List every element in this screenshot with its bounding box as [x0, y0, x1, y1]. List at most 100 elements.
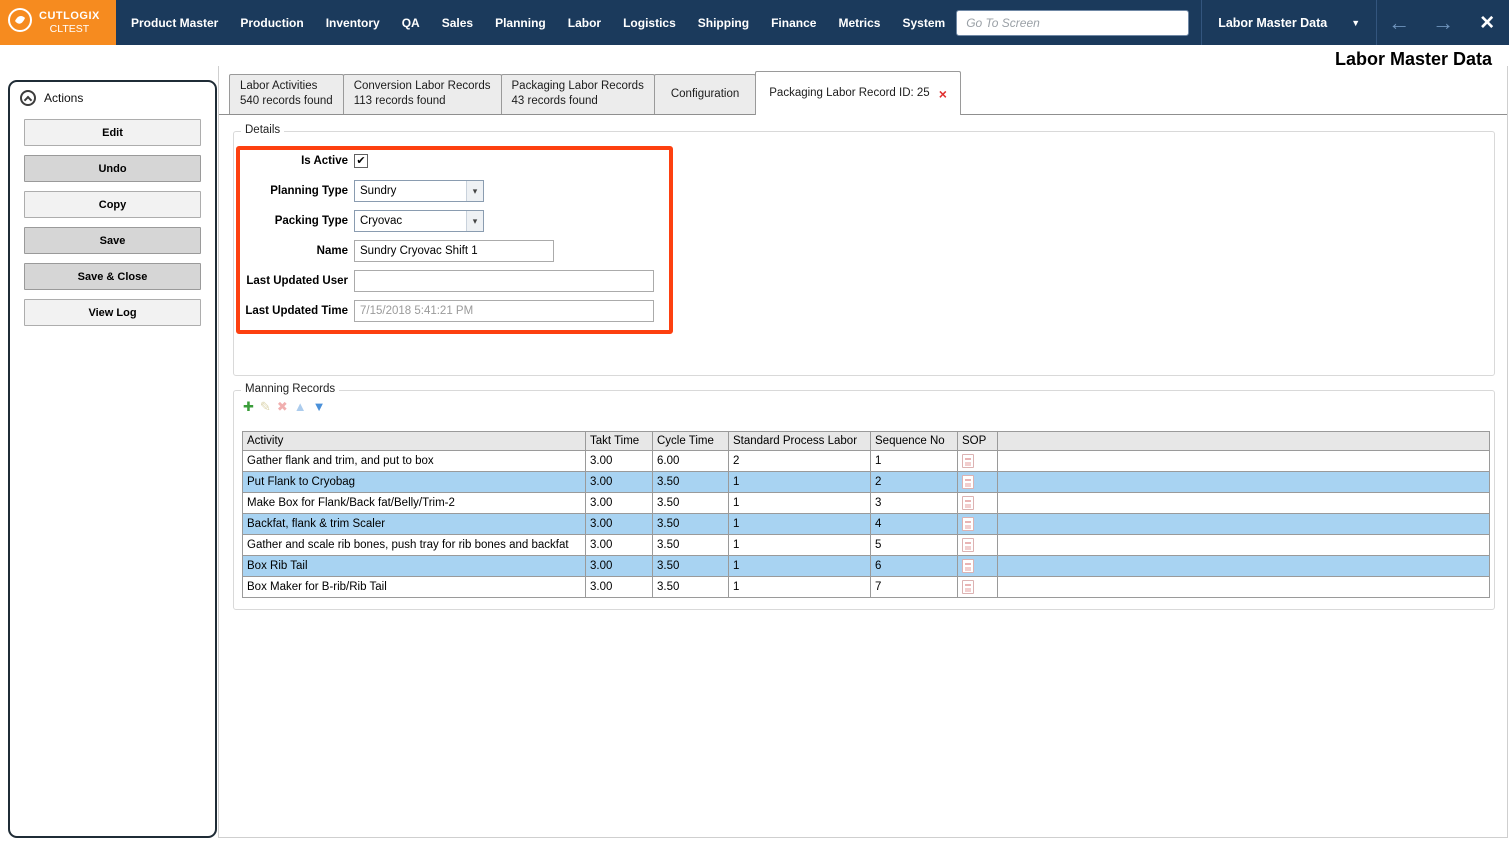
column-header-sequence-no[interactable]: Sequence No: [870, 431, 958, 451]
brand-name: CUTLOGIX: [39, 10, 100, 22]
copy-button[interactable]: Copy: [24, 191, 201, 218]
tab-subtitle: 43 records found: [511, 95, 598, 107]
add-icon[interactable]: ✚: [243, 400, 254, 414]
back-icon[interactable]: ←: [1377, 0, 1421, 45]
cell-activity: Gather flank and trim, and put to box: [242, 450, 586, 472]
collapse-panel-icon[interactable]: [20, 90, 36, 106]
go-to-screen-input[interactable]: [956, 9, 1190, 36]
menu-item-sales[interactable]: Sales: [431, 0, 484, 45]
menu-item-finance[interactable]: Finance: [760, 0, 827, 45]
cell-filler: [997, 513, 1490, 535]
last-updated-user-input[interactable]: [354, 270, 654, 292]
forward-icon[interactable]: →: [1421, 0, 1465, 45]
edit-icon[interactable]: ✎: [260, 400, 271, 414]
pdf-icon[interactable]: [962, 559, 974, 573]
cell-filler: [997, 534, 1490, 556]
cell-seq: 1: [870, 450, 958, 472]
screen-selector-label: Labor Master Data: [1218, 15, 1328, 30]
column-header-cycle-time[interactable]: Cycle Time: [652, 431, 729, 451]
menu-item-logistics[interactable]: Logistics: [612, 0, 687, 45]
cell-cycle: 3.50: [652, 534, 729, 556]
pdf-icon[interactable]: [962, 475, 974, 489]
pdf-icon[interactable]: [962, 496, 974, 510]
cell-sop: [957, 450, 998, 472]
cell-seq: 7: [870, 576, 958, 598]
last-updated-time-input[interactable]: [354, 300, 654, 322]
menu-item-qa[interactable]: QA: [391, 0, 431, 45]
table-header-row: Activity Takt Time Cycle Time Standard Proc…: [242, 431, 1490, 451]
move-up-icon[interactable]: ▲: [294, 400, 307, 414]
main-content: Labor Activities 540 records found Convers…: [218, 66, 1508, 838]
cell-activity: Put Flank to Cryobag: [242, 471, 586, 493]
save-close-button[interactable]: Save & Close: [24, 263, 201, 290]
tab-labor-activities[interactable]: Labor Activities 540 records found: [229, 74, 344, 114]
packing-type-value: Cryovac: [360, 215, 403, 227]
last-updated-time-label: Last Updated Time: [245, 305, 348, 317]
manning-table-body: Gather flank and trim, and put to box 3.0…: [242, 450, 1490, 598]
cell-cycle: 6.00: [652, 450, 729, 472]
table-row[interactable]: Box Rib Tail 3.00 3.50 1 6: [242, 555, 1490, 577]
cell-takt: 3.00: [585, 492, 653, 514]
menu-item-planning[interactable]: Planning: [484, 0, 557, 45]
menu-item-production[interactable]: Production: [229, 0, 314, 45]
pdf-icon[interactable]: [962, 580, 974, 594]
column-header-activity[interactable]: Activity: [242, 431, 586, 451]
table-row[interactable]: Backfat, flank & trim Scaler 3.00 3.50 1 4: [242, 513, 1490, 535]
save-button[interactable]: Save: [24, 227, 201, 254]
tab-strip: Labor Activities 540 records found Convers…: [219, 66, 1507, 115]
cell-activity: Box Maker for B-rib/Rib Tail: [242, 576, 586, 598]
cell-cycle: 3.50: [652, 513, 729, 535]
menu-item-system[interactable]: System: [891, 0, 956, 45]
table-row[interactable]: Make Box for Flank/Back fat/Belly/Trim-2…: [242, 492, 1490, 514]
column-header-sop[interactable]: SOP: [957, 431, 998, 451]
cell-sop: [957, 471, 998, 493]
menu-item-labor[interactable]: Labor: [557, 0, 612, 45]
view-log-button[interactable]: View Log: [24, 299, 201, 326]
cell-sop: [957, 534, 998, 556]
pdf-icon[interactable]: [962, 538, 974, 552]
table-row[interactable]: Gather and scale rib bones, push tray fo…: [242, 534, 1490, 556]
tab-conversion-labor-records[interactable]: Conversion Labor Records 113 records foun…: [342, 74, 502, 114]
table-row[interactable]: Box Maker for B-rib/Rib Tail 3.00 3.50 1 7: [242, 576, 1490, 598]
pdf-icon[interactable]: [962, 517, 974, 531]
undo-button[interactable]: Undo: [24, 155, 201, 182]
screen-selector-dropdown[interactable]: Labor Master Data ▼: [1202, 0, 1376, 45]
menu-item-inventory[interactable]: Inventory: [315, 0, 391, 45]
cell-spl: 1: [728, 555, 871, 577]
planning-type-select[interactable]: Sundry ▾: [354, 180, 484, 202]
menu-item-shipping[interactable]: Shipping: [687, 0, 760, 45]
cell-filler: [997, 471, 1490, 493]
cell-spl: 1: [728, 534, 871, 556]
cell-sop: [957, 492, 998, 514]
menu-item-metrics[interactable]: Metrics: [827, 0, 891, 45]
top-nav-bar: CUTLOGIX CLTEST Product Master Production…: [0, 0, 1509, 45]
tab-packaging-labor-records[interactable]: Packaging Labor Records 43 records found: [500, 74, 655, 114]
name-input[interactable]: [354, 240, 554, 262]
column-header-takt-time[interactable]: Takt Time: [585, 431, 653, 451]
cell-seq: 5: [870, 534, 958, 556]
edit-button[interactable]: Edit: [24, 119, 201, 146]
cell-seq: 4: [870, 513, 958, 535]
delete-icon[interactable]: ✖: [277, 400, 288, 414]
app-logo[interactable]: CUTLOGIX CLTEST: [0, 0, 116, 45]
cell-spl: 1: [728, 492, 871, 514]
tab-configuration[interactable]: Configuration: [653, 74, 757, 114]
pdf-icon[interactable]: [962, 454, 974, 468]
actions-buttons: Edit Undo Copy Save Save & Close View Log: [10, 113, 215, 332]
details-groupbox: Details Is Active ✔ Planning Type Sundry…: [233, 124, 1495, 376]
cell-seq: 6: [870, 555, 958, 577]
table-row[interactable]: Put Flank to Cryobag 3.00 3.50 1 2: [242, 471, 1490, 493]
tab-packaging-labor-record-id-25[interactable]: Packaging Labor Record ID: 25 ×: [755, 71, 961, 115]
cell-cycle: 3.50: [652, 555, 729, 577]
move-down-icon[interactable]: ▼: [313, 400, 326, 414]
menu-item-product-master[interactable]: Product Master: [120, 0, 229, 45]
close-tab-icon[interactable]: ×: [939, 87, 947, 101]
cell-filler: [997, 576, 1490, 598]
cell-cycle: 3.50: [652, 492, 729, 514]
is-active-checkbox[interactable]: ✔: [354, 154, 368, 168]
manning-records-groupbox: Manning Records ✚ ✎ ✖ ▲ ▼ Activity Takt Time C…: [233, 383, 1495, 610]
close-screen-icon[interactable]: ×: [1465, 0, 1509, 45]
packing-type-select[interactable]: Cryovac ▾: [354, 210, 484, 232]
column-header-standard-process-labor[interactable]: Standard Process Labor: [728, 431, 871, 451]
table-row[interactable]: Gather flank and trim, and put to box 3.0…: [242, 450, 1490, 472]
